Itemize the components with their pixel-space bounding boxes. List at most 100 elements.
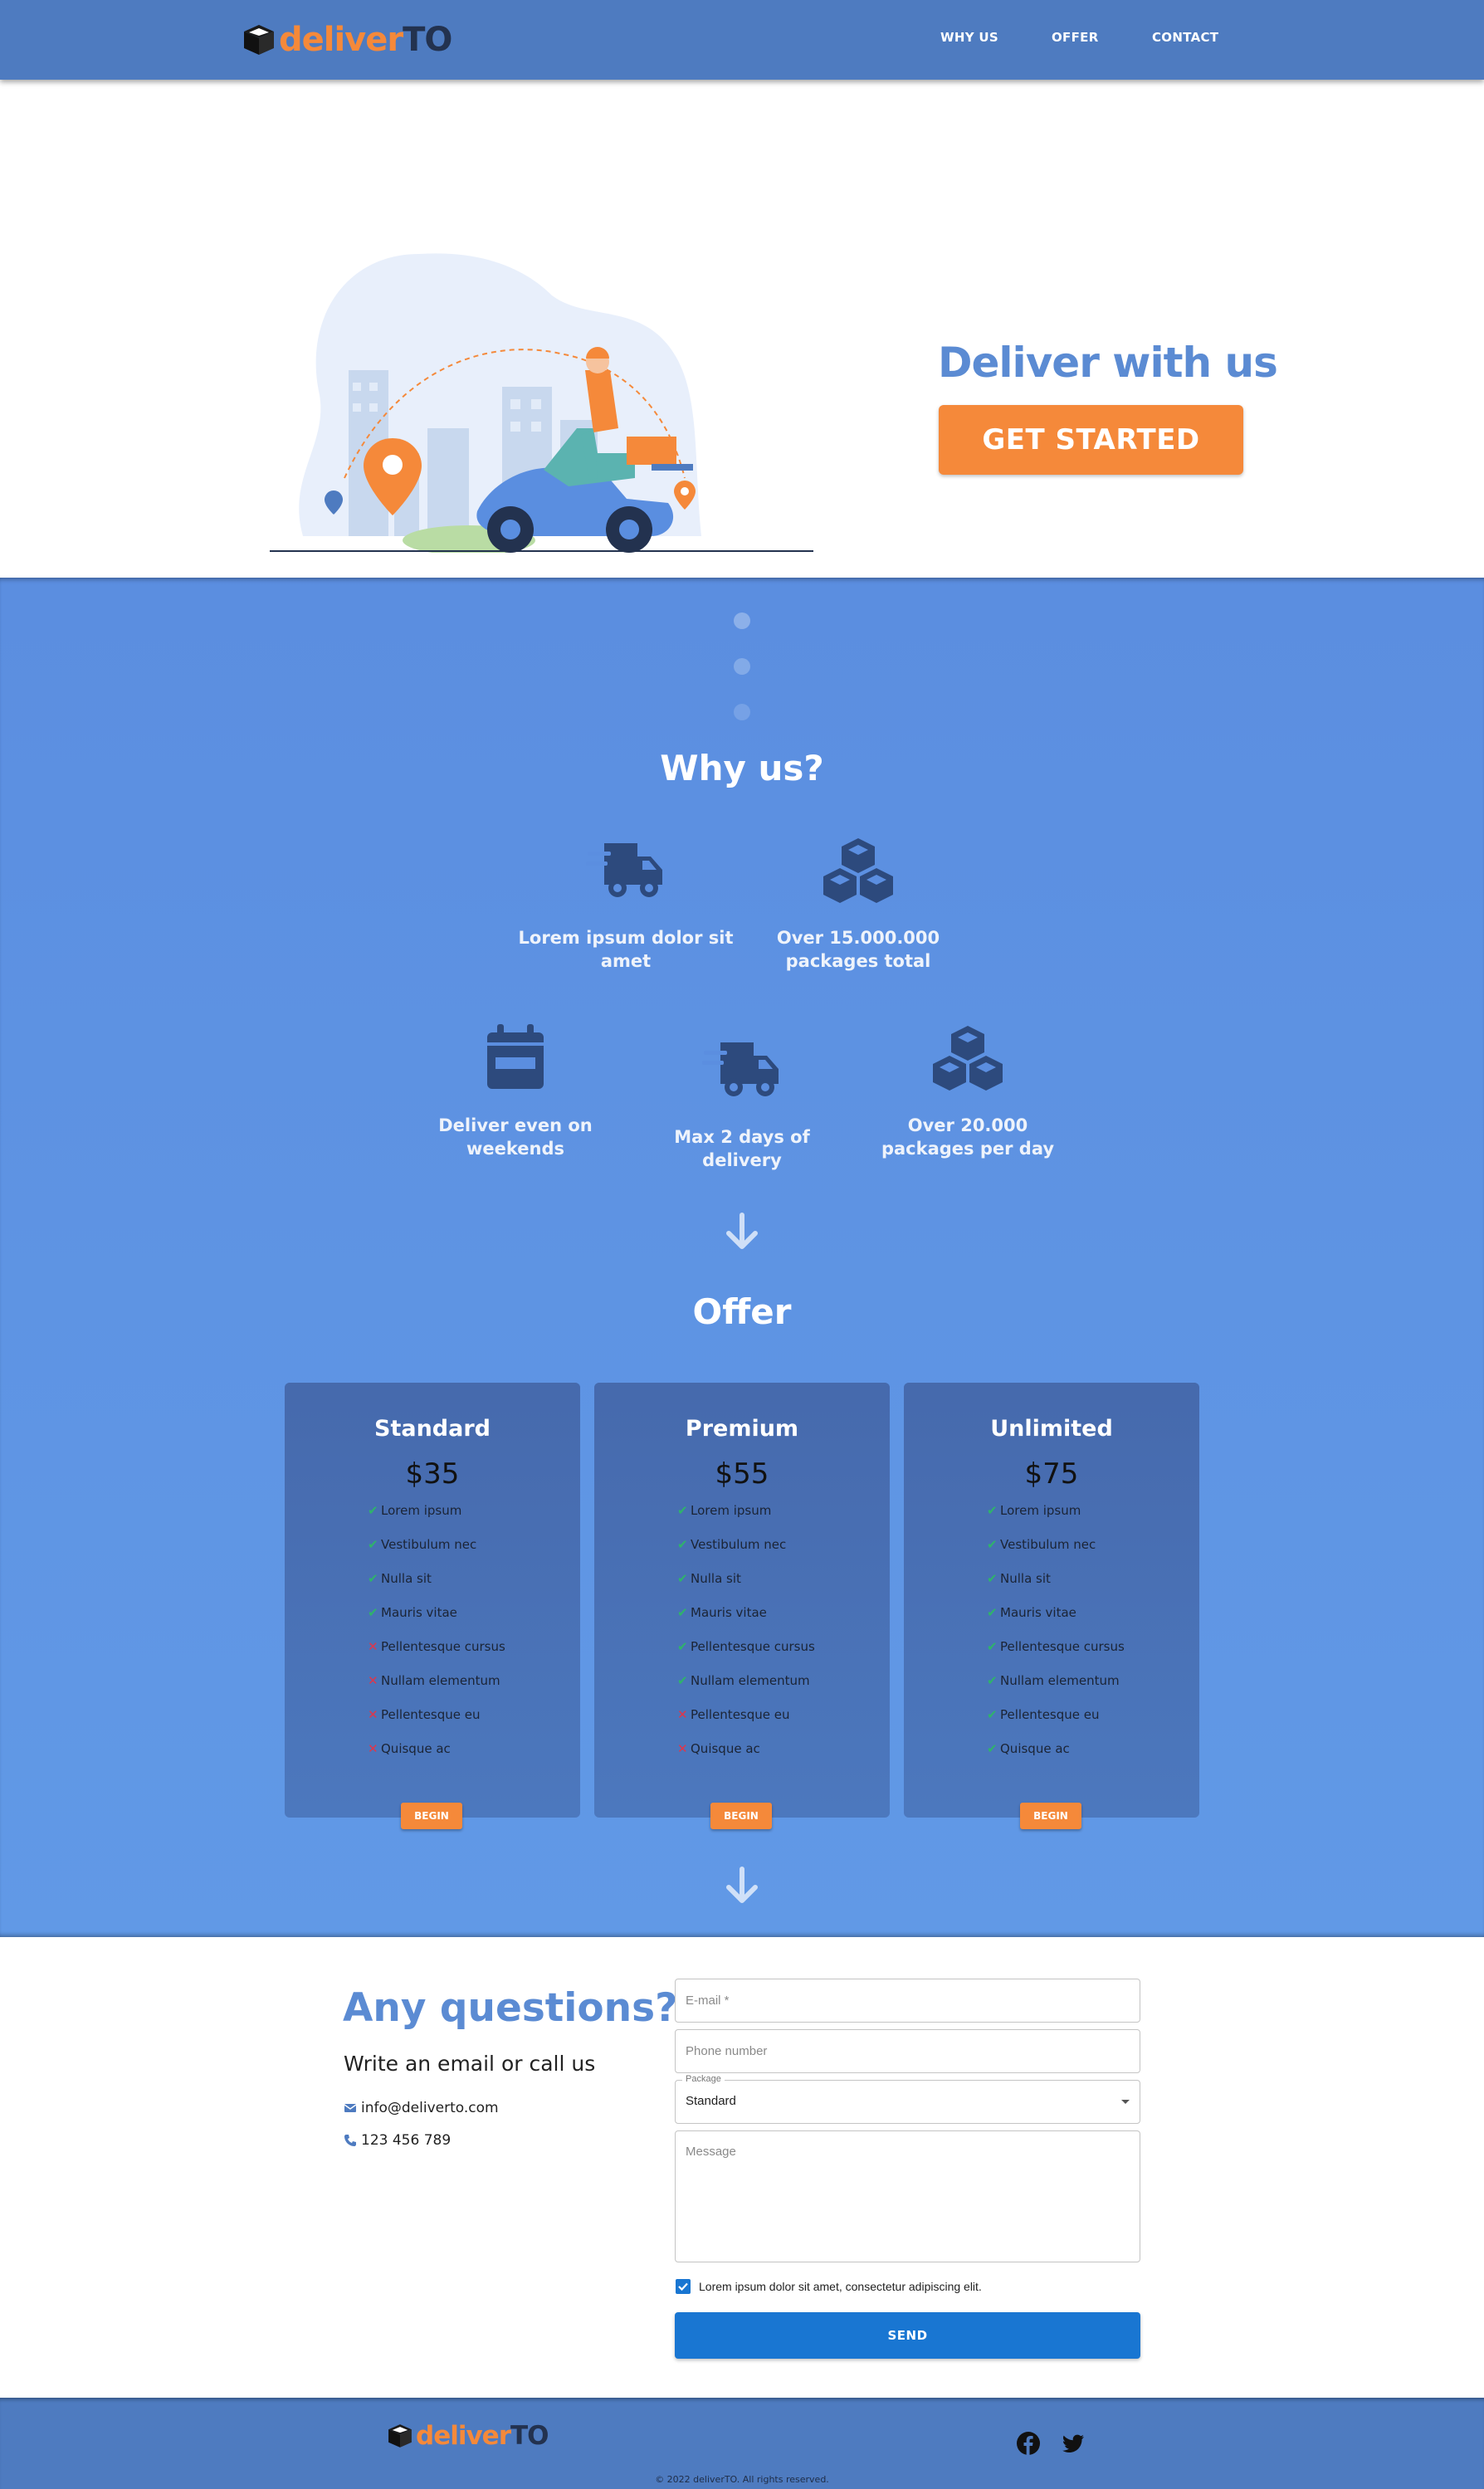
- contact-title: Any questions?: [343, 1985, 678, 2031]
- arrow-down-icon[interactable]: [724, 1866, 760, 1906]
- package-select-value: Standard: [686, 2094, 736, 2108]
- begin-button[interactable]: BEGIN: [1020, 1803, 1081, 1829]
- begin-button[interactable]: BEGIN: [401, 1803, 462, 1829]
- shipping-truck-icon: [702, 1042, 779, 1096]
- consent-label[interactable]: Lorem ipsum dolor sit amet, consectetur …: [699, 2280, 982, 2293]
- plan-price: $55: [715, 1457, 769, 1491]
- consent-checkbox[interactable]: [676, 2279, 691, 2294]
- plan-feature: ✔ Mauris vitae: [677, 1605, 767, 1620]
- envelope-icon: [344, 2104, 357, 2112]
- send-button[interactable]: SEND: [675, 2312, 1140, 2359]
- contact-email-text: info@deliverto.com: [361, 2100, 499, 2116]
- box-icon: [244, 25, 274, 55]
- cross-icon: ✕: [368, 1639, 378, 1654]
- check-icon: ✔: [677, 1639, 688, 1654]
- brand-name-part1: deliver: [279, 21, 403, 59]
- twitter-icon[interactable]: [1061, 2431, 1086, 2456]
- check-icon: ✔: [677, 1503, 688, 1518]
- plan-feature-list: ✔ Lorem ipsum ✔ Vestibulum nec ✔ Nulla sit …: [677, 1503, 815, 1775]
- brand-name-part2: TO: [403, 21, 452, 59]
- plan-card-unlimited: Unlimited $75 ✔ Lorem ipsum ✔ Vestibulum n…: [904, 1383, 1199, 1829]
- box-icon: [388, 2424, 412, 2448]
- plan-feature: ✔ Mauris vitae: [987, 1605, 1076, 1620]
- package-select[interactable]: Package Standard: [675, 2074, 1140, 2124]
- email-input[interactable]: [676, 1979, 1140, 2022]
- email-field[interactable]: [675, 1979, 1140, 2023]
- check-icon: ✔: [677, 1605, 688, 1620]
- contact-phone[interactable]: 123 456 789: [344, 2132, 451, 2149]
- feature-item: Max 2 days of delivery: [634, 1036, 850, 1172]
- check-icon: ✔: [677, 1673, 688, 1688]
- plan-feature: ✔ Lorem ipsum: [987, 1503, 1081, 1518]
- phone-input[interactable]: [676, 2030, 1140, 2072]
- plan-feature: ✔ Vestibulum nec: [987, 1537, 1096, 1552]
- caret-down-icon: [1121, 2100, 1130, 2104]
- contact-subtitle: Write an email or call us: [344, 2052, 596, 2076]
- contact-section: Any questions? Write an email or call us…: [0, 1937, 1484, 2398]
- check-icon: ✔: [987, 1605, 998, 1620]
- facebook-icon[interactable]: [1016, 2431, 1041, 2456]
- check-icon: ✔: [987, 1741, 998, 1756]
- contact-phone-text: 123 456 789: [361, 2132, 452, 2149]
- plan-feature: ✔ Pellentesque cursus: [677, 1639, 815, 1654]
- plan-feature: ✔ Nullam elementum: [677, 1673, 810, 1688]
- plan-feature: ✔ Pellentesque eu: [987, 1707, 1100, 1722]
- feature-label: Over 20.000 packages per day: [881, 1115, 1055, 1159]
- package-select-label: Package: [682, 2074, 725, 2084]
- feature-item: Over 20.000 packages per day: [860, 1024, 1076, 1160]
- plan-card-premium: Premium $55 ✔ Lorem ipsum ✔ Vestibulum nec…: [594, 1383, 890, 1829]
- checkmark-icon: [678, 2282, 688, 2291]
- nav-link-contact[interactable]: CONTACT: [1152, 30, 1218, 45]
- feature-label: Over 15.000.000 packages total: [776, 928, 940, 971]
- check-icon: ✔: [987, 1537, 998, 1552]
- plan-feature: ✔ Nullam elementum: [987, 1673, 1120, 1688]
- footer-brand-logo[interactable]: deliverTO: [386, 2421, 549, 2451]
- check-icon: ✔: [368, 1503, 378, 1518]
- boxes-icon: [823, 838, 893, 903]
- plan-name: Unlimited: [990, 1416, 1113, 1442]
- phone-field[interactable]: [675, 2029, 1140, 2073]
- why-us-title: Why us?: [660, 748, 824, 788]
- plan-feature: ✕ Pellentesque cursus: [368, 1639, 505, 1654]
- plan-price: $75: [1024, 1457, 1079, 1491]
- feature-label: Deliver even on weekends: [438, 1115, 593, 1159]
- cross-icon: ✕: [677, 1741, 688, 1756]
- plan-name: Premium: [685, 1416, 799, 1442]
- plan-name: Standard: [374, 1416, 491, 1442]
- brand-logo[interactable]: deliverTO: [241, 18, 452, 61]
- check-icon: ✔: [677, 1537, 688, 1552]
- plan-feature: ✔ Lorem ipsum: [368, 1503, 462, 1518]
- scroll-dot: [734, 704, 750, 720]
- plan-feature: ✔ Nulla sit: [677, 1571, 741, 1586]
- begin-button[interactable]: BEGIN: [710, 1803, 772, 1829]
- cross-icon: ✕: [368, 1741, 378, 1756]
- message-field[interactable]: [675, 2130, 1140, 2262]
- calendar-icon: [487, 1024, 544, 1089]
- arrow-down-icon[interactable]: [724, 1212, 760, 1252]
- feature-label: Max 2 days of delivery: [674, 1127, 810, 1170]
- plan-feature: ✔ Nulla sit: [987, 1571, 1051, 1586]
- nav-link-offer[interactable]: OFFER: [1052, 30, 1099, 45]
- cross-icon: ✕: [677, 1707, 688, 1722]
- brand-name-part1: deliver: [416, 2421, 511, 2451]
- feature-item: Deliver even on weekends: [408, 1024, 623, 1160]
- check-icon: ✔: [368, 1537, 378, 1552]
- contact-email[interactable]: info@deliverto.com: [344, 2100, 499, 2116]
- check-icon: ✔: [677, 1571, 688, 1586]
- check-icon: ✔: [987, 1503, 998, 1518]
- message-input[interactable]: [676, 2131, 1140, 2262]
- phone-icon: [344, 2135, 356, 2146]
- feature-item: Over 15.000.000 packages total: [750, 837, 966, 973]
- plan-feature: ✔ Pellentesque cursus: [987, 1639, 1125, 1654]
- top-navbar: deliverTO WHY US OFFER CONTACT: [0, 0, 1484, 80]
- feature-label: Lorem ipsum dolor sit amet: [518, 928, 734, 971]
- plan-feature-list: ✔ Lorem ipsum ✔ Vestibulum nec ✔ Nulla sit …: [368, 1503, 505, 1775]
- get-started-button[interactable]: GET STARTED: [939, 405, 1243, 475]
- nav-link-why-us[interactable]: WHY US: [940, 30, 998, 45]
- plan-feature: ✕ Pellentesque eu: [677, 1707, 790, 1722]
- plan-feature-list: ✔ Lorem ipsum ✔ Vestibulum nec ✔ Nulla sit …: [987, 1503, 1125, 1775]
- plan-feature: ✕ Quisque ac: [368, 1741, 451, 1756]
- offer-title: Offer: [692, 1291, 792, 1332]
- plan-feature: ✔ Nulla sit: [368, 1571, 432, 1586]
- plan-feature: ✔ Lorem ipsum: [677, 1503, 772, 1518]
